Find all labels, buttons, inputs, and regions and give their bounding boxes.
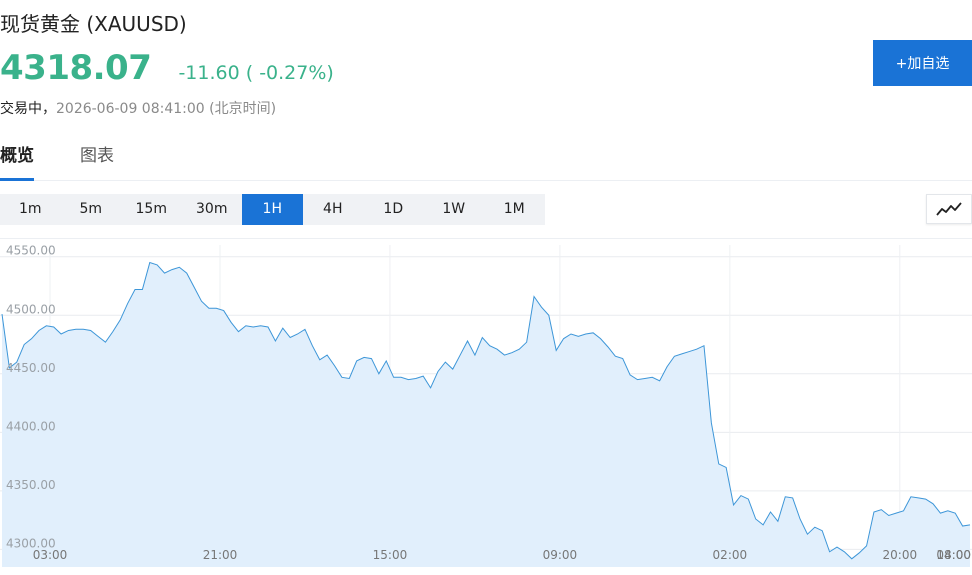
price-chart: 4550.004500.004450.004400.004350.004300.… xyxy=(0,244,972,567)
tab-bar: 概览 图表 xyxy=(0,144,972,181)
period-1m[interactable]: 1m xyxy=(0,194,61,225)
period-4h[interactable]: 4H xyxy=(303,194,364,225)
period-30m[interactable]: 30m xyxy=(182,194,243,225)
line-chart-icon xyxy=(936,202,962,216)
tab-chart[interactable]: 图表 xyxy=(80,144,114,180)
page-title: 现货黄金 (XAUUSD) xyxy=(0,12,187,36)
period-15m[interactable]: 15m xyxy=(121,194,182,225)
x-tick-label: 09:00 xyxy=(543,548,578,562)
market-state: 交易中， xyxy=(0,101,56,117)
x-tick-label: 15:00 xyxy=(373,548,408,562)
y-tick-label: 4550.00 xyxy=(6,244,56,258)
y-tick-label: 4500.00 xyxy=(6,302,56,316)
timestamp: 2026-06-09 08:41:00 (北京时间) xyxy=(56,101,277,117)
y-tick-label: 4450.00 xyxy=(6,361,56,375)
chart-divider xyxy=(0,238,972,239)
tab-overview[interactable]: 概览 xyxy=(0,144,34,181)
x-tick-label: 02:00 xyxy=(713,548,748,562)
period-1w[interactable]: 1W xyxy=(424,194,485,225)
period-selector: 1m 5m 15m 30m 1H 4H 1D 1W 1M xyxy=(0,194,545,225)
price-row: 4318.07 -11.60 ( -0.27%) xyxy=(0,48,334,92)
period-1mo[interactable]: 1M xyxy=(484,194,545,225)
period-5m[interactable]: 5m xyxy=(61,194,122,225)
add-watchlist-button[interactable]: +加自选 xyxy=(873,40,972,86)
period-1h[interactable]: 1H xyxy=(242,194,303,225)
x-tick-label: 21:00 xyxy=(203,548,238,562)
y-tick-label: 4400.00 xyxy=(6,419,56,433)
price-change: -11.60 ( -0.27%) xyxy=(178,62,334,84)
period-1d[interactable]: 1D xyxy=(363,194,424,225)
trading-status: 交易中，2026-06-09 08:41:00 (北京时间) xyxy=(0,98,276,118)
x-tick-label: 03:00 xyxy=(33,548,68,562)
x-tick-label: 20:00 xyxy=(883,548,918,562)
chart-type-button[interactable] xyxy=(926,194,972,224)
y-tick-label: 4350.00 xyxy=(6,478,56,492)
x-tick-label: 08:00 xyxy=(936,548,971,562)
current-price: 4318.07 xyxy=(0,48,152,88)
price-area xyxy=(2,262,970,567)
